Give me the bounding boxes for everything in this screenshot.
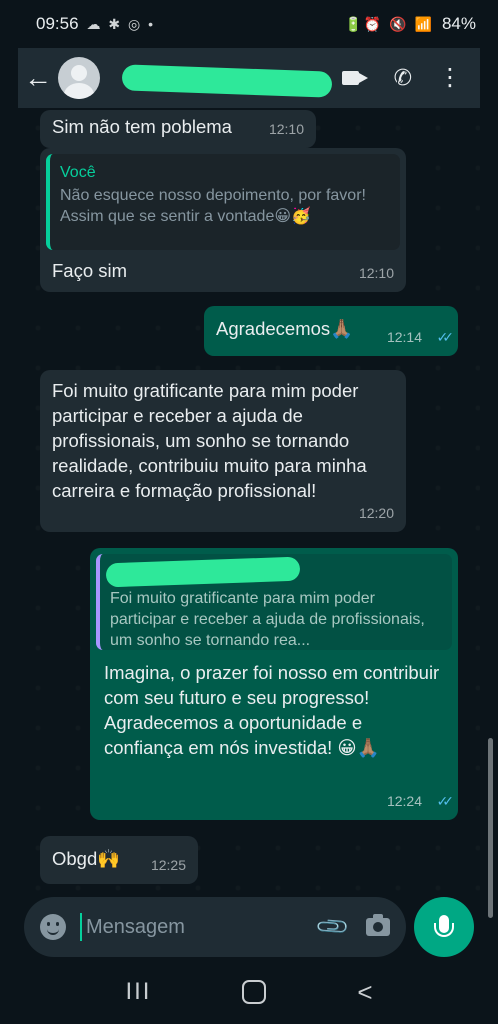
- more-options-icon[interactable]: ⋮: [438, 66, 462, 90]
- message-bubble[interactable]: Obgd🙌 12:25: [40, 836, 198, 884]
- message-time: 12:20: [358, 505, 394, 521]
- contact-name-redacted[interactable]: [110, 60, 342, 98]
- message-text: Agradecemos🙏🏽: [216, 318, 354, 339]
- clock: 09:56: [36, 14, 79, 33]
- message-bubble[interactable]: Foi muito gratificante para mim poder pa…: [40, 370, 406, 532]
- emoji-icon[interactable]: [40, 914, 66, 940]
- quote-text: Foi muito gratificante para mim poder pa…: [110, 590, 425, 649]
- quoted-message[interactable]: Foi muito gratificante para mim poder pa…: [96, 554, 452, 650]
- video-call-icon[interactable]: [341, 69, 368, 87]
- text-cursor: [80, 913, 82, 941]
- read-ticks-icon: ✓✓: [436, 793, 455, 809]
- message-bubble[interactable]: Sim não tem poblema 12:10: [40, 110, 316, 148]
- battery-level: 84%: [441, 14, 476, 33]
- read-ticks-icon: ✓✓: [436, 329, 455, 345]
- back-arrow-icon[interactable]: ←: [18, 62, 58, 94]
- message-text: Faço sim: [52, 260, 128, 281]
- attach-icon[interactable]: 📎: [313, 908, 351, 946]
- system-icons: 🔋⏰ 🔇 📶: [344, 15, 434, 32]
- recent-apps-button[interactable]: III: [125, 978, 151, 1006]
- microphone-icon: [434, 915, 454, 937]
- message-bubble[interactable]: Você Não esquece nosso depoimento, por f…: [40, 148, 406, 292]
- camera-icon[interactable]: [366, 914, 390, 936]
- android-nav-bar: III <: [0, 960, 498, 1024]
- quote-text: Não esquece nosso depoimento, por favor!…: [60, 187, 366, 225]
- message-time: 12:14: [386, 329, 422, 345]
- message-text: Obgd🙌: [52, 848, 121, 869]
- home-button[interactable]: [242, 980, 267, 1004]
- quote-author: Você: [60, 164, 96, 181]
- contact-avatar[interactable]: [58, 57, 100, 99]
- chat-header: ← ✆ ⋮: [18, 48, 480, 108]
- message-input[interactable]: Mensagem: [86, 916, 319, 939]
- message-time: 12:25: [150, 857, 186, 873]
- notification-icons: ☁ ✱ ◎ •: [86, 15, 156, 32]
- message-list[interactable]: Sim não tem poblema 12:10 Você Não esque…: [18, 108, 480, 900]
- message-time: 12:10: [268, 121, 304, 137]
- nav-back-button[interactable]: <: [357, 977, 372, 1008]
- message-time: 12:24: [386, 793, 422, 809]
- message-bubble[interactable]: Agradecemos🙏🏽 12:14 ✓✓: [204, 306, 458, 356]
- message-text: Imagina, o prazer foi nosso em contribui…: [104, 662, 440, 758]
- message-time: 12:10: [358, 265, 394, 281]
- phone-call-icon[interactable]: ✆: [394, 65, 412, 91]
- message-bubble[interactable]: Foi muito gratificante para mim poder pa…: [90, 548, 458, 820]
- quote-author-redacted: [105, 556, 301, 588]
- voice-message-button[interactable]: [414, 897, 474, 957]
- message-composer: Mensagem 📎: [24, 897, 406, 957]
- scrollbar[interactable]: [488, 738, 493, 918]
- message-text: Foi muito gratificante para mim poder pa…: [52, 380, 367, 501]
- quoted-message[interactable]: Você Não esquece nosso depoimento, por f…: [46, 154, 400, 250]
- status-bar: 09:56 ☁ ✱ ◎ • 🔋⏰ 🔇 📶 84%: [0, 0, 498, 48]
- message-text: Sim não tem poblema: [52, 116, 232, 137]
